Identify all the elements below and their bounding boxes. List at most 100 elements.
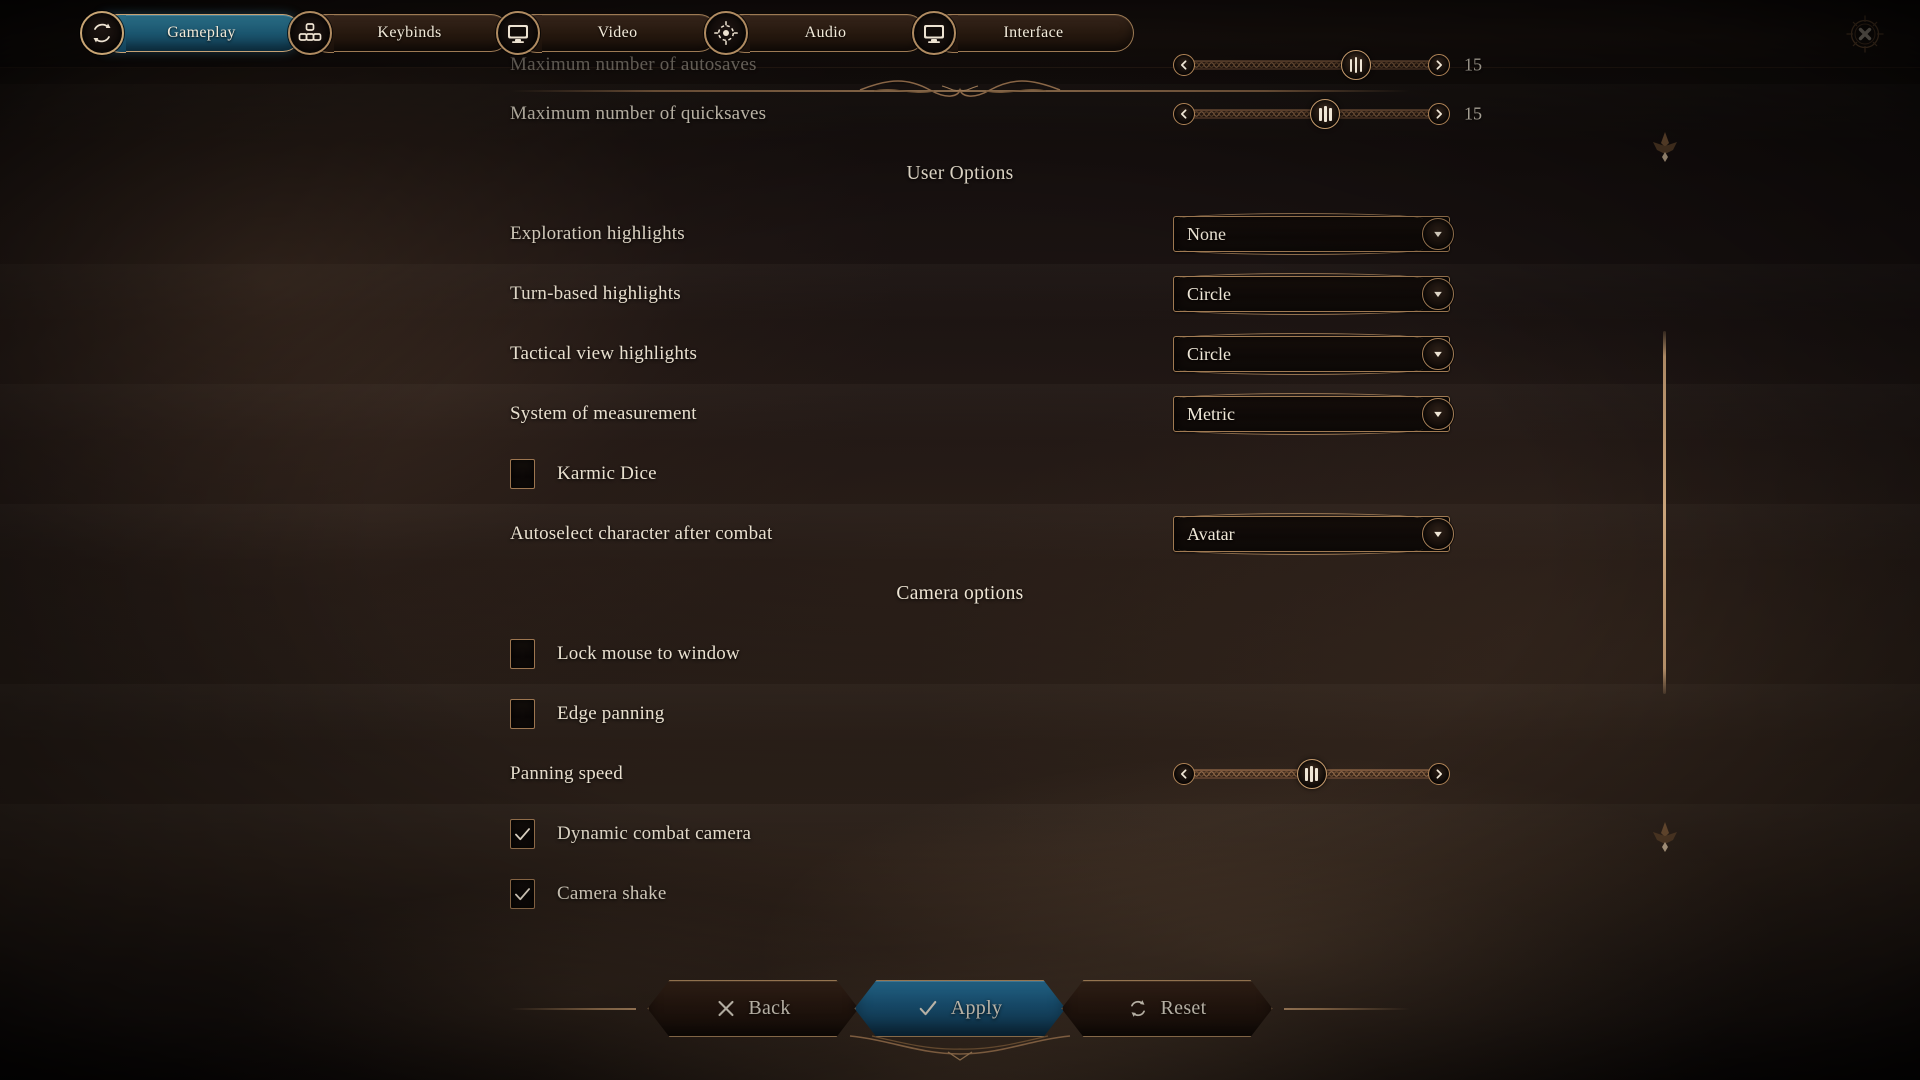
tab-interface[interactable]: Interface: [912, 10, 1134, 56]
audio-speaker-icon: [714, 21, 738, 45]
tab-label: Interface: [1003, 24, 1064, 41]
tab-icon-gameplay: [80, 11, 124, 55]
checkbox-edge-panning[interactable]: [510, 699, 535, 729]
chevron-right-icon: [1436, 109, 1443, 119]
button-icon: [715, 998, 736, 1019]
slider-rail-pattern: [1189, 111, 1429, 117]
setting-row: Exploration highlights None: [0, 204, 1920, 264]
dropdown-value: Avatar: [1187, 523, 1235, 544]
checkbox-label: Karmic Dice: [557, 463, 657, 484]
chevron-right-icon: [1436, 60, 1443, 70]
slider-maximum-number-of-autosaves[interactable]: 15: [1173, 48, 1482, 82]
close-x-icon: [715, 998, 736, 1019]
dropdown-turn-based-highlights[interactable]: Circle: [1173, 273, 1454, 315]
dropdown-value: Circle: [1187, 343, 1231, 364]
settings-scroll-area[interactable]: Maximum number of autosaves 15 Maximum num…: [0, 50, 1920, 1080]
tab-label: Video: [597, 24, 638, 41]
slider-decrement-button[interactable]: [1173, 54, 1195, 76]
chevron-down-button[interactable]: [1422, 218, 1454, 250]
dropdown-autoselect-character-after-combat[interactable]: Avatar: [1173, 513, 1454, 555]
tab-gameplay[interactable]: Gameplay: [80, 10, 302, 56]
setting-row: Autoselect character after combat Avatar: [0, 504, 1920, 564]
slider-panning-speed[interactable]: [1173, 757, 1450, 791]
chevron-down-button[interactable]: [1422, 278, 1454, 310]
reset-button[interactable]: Reset: [1062, 980, 1273, 1037]
slider-handle[interactable]: [1340, 50, 1371, 80]
section-header: Camera options: [896, 583, 1024, 604]
dropdown-system-of-measurement[interactable]: Metric: [1173, 393, 1454, 435]
settings-rows: Maximum number of autosaves 15 Maximum num…: [0, 50, 1920, 924]
chevron-left-icon: [1180, 769, 1187, 779]
checkmark-icon: [918, 998, 939, 1019]
setting-row: Lock mouse to window: [0, 624, 1920, 684]
slider-increment-button[interactable]: [1428, 103, 1450, 125]
slider-handle[interactable]: [1296, 759, 1327, 789]
checkbox-check-icon: [515, 827, 530, 840]
bottom-rule-left: [510, 1008, 636, 1010]
gameplay-dice-icon: [93, 23, 111, 43]
tab-list: Gameplay Keybinds Video Audio Interface: [80, 10, 1134, 56]
tab-label: Audio: [804, 24, 847, 41]
setting-row: Maximum number of quicksaves 15: [0, 84, 1920, 144]
slider-value: 15: [1464, 54, 1482, 75]
checkbox-lock-mouse-to-window[interactable]: [510, 639, 535, 669]
slider-decrement-button[interactable]: [1173, 103, 1195, 125]
chevron-down-button[interactable]: [1422, 338, 1454, 370]
slider-maximum-number-of-quicksaves[interactable]: 15: [1173, 97, 1482, 131]
slider-increment-button[interactable]: [1428, 763, 1450, 785]
chevron-left-icon: [1180, 60, 1187, 70]
interface-monitor-icon: [924, 25, 944, 43]
scrollbar-thumb[interactable]: [1663, 331, 1666, 694]
chevron-down-icon: [1434, 411, 1442, 418]
setting-row: Tactical view highlights Circle: [0, 324, 1920, 384]
tab-icon-video: [496, 11, 540, 55]
apply-button[interactable]: Apply: [855, 980, 1066, 1037]
checkbox-dynamic-combat-camera[interactable]: [510, 819, 535, 849]
tab-audio[interactable]: Audio: [704, 10, 926, 56]
button-label: Apply: [950, 997, 1003, 1019]
setting-row: System of measurement Metric: [0, 384, 1920, 444]
section-header: User Options: [906, 163, 1014, 184]
tab-icon-audio: [704, 11, 748, 55]
button-label: Back: [748, 997, 791, 1019]
tab-body-gameplay[interactable]: Gameplay: [101, 13, 302, 53]
checkbox-check-icon: [515, 887, 530, 900]
back-button[interactable]: Back: [648, 980, 859, 1037]
tab-keybinds[interactable]: Keybinds: [288, 10, 510, 56]
slider-increment-button[interactable]: [1428, 54, 1450, 76]
video-monitor-icon: [508, 25, 528, 43]
tab-body-keybinds[interactable]: Keybinds: [309, 13, 510, 53]
checkbox-label: Camera shake: [557, 883, 667, 904]
setting-row: Turn-based highlights Circle: [0, 264, 1920, 324]
chevron-right-icon: [1436, 769, 1443, 779]
setting-row: Dynamic combat camera: [0, 804, 1920, 864]
slider-value: 15: [1464, 103, 1482, 124]
setting-row: Panning speed: [0, 744, 1920, 804]
dropdown-value: Circle: [1187, 283, 1231, 304]
chevron-down-icon: [1434, 351, 1442, 358]
checkbox-karmic-dice[interactable]: [510, 459, 535, 489]
slider-decrement-button[interactable]: [1173, 763, 1195, 785]
slider-track[interactable]: [1189, 57, 1434, 73]
chevron-down-button[interactable]: [1422, 518, 1454, 550]
tab-body-audio[interactable]: Audio: [725, 13, 926, 53]
tab-video[interactable]: Video: [496, 10, 718, 56]
tab-body-interface[interactable]: Interface: [933, 13, 1134, 53]
slider-handle[interactable]: [1310, 99, 1341, 129]
setting-row: Edge panning: [0, 684, 1920, 744]
dropdown-exploration-highlights[interactable]: None: [1173, 213, 1454, 255]
checkbox-label: Edge panning: [557, 703, 665, 724]
chevron-down-button[interactable]: [1422, 398, 1454, 430]
bottom-ornament-icon: [849, 1035, 1071, 1061]
right-ornament-bottom-icon: [1653, 822, 1677, 852]
refresh-icon: [1128, 998, 1149, 1019]
tab-body-video[interactable]: Video: [517, 13, 718, 53]
setting-row: Karmic Dice: [0, 444, 1920, 504]
dropdown-tactical-view-highlights[interactable]: Circle: [1173, 333, 1454, 375]
button-icon: [918, 998, 939, 1019]
chevron-left-icon: [1180, 109, 1187, 119]
bottom-action-bar: Back Apply Reset: [0, 972, 1920, 1061]
tab-label: Gameplay: [167, 24, 236, 41]
keybinds-keys-icon: [298, 23, 322, 41]
checkbox-camera-shake[interactable]: [510, 879, 535, 909]
